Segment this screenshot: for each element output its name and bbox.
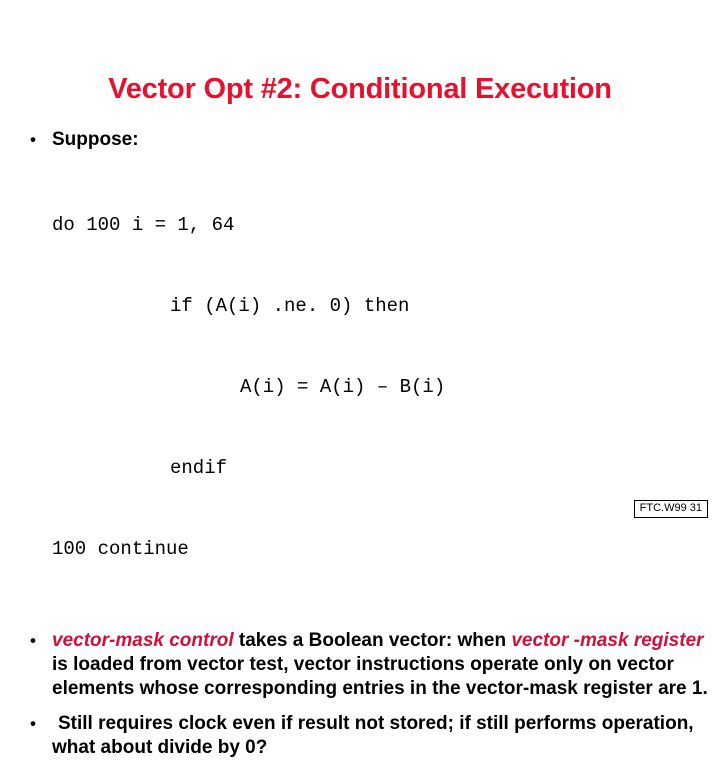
- footer-badge: FTC.W99 31: [633, 500, 708, 518]
- slide: Vector Opt #2: Conditional Execution • S…: [0, 0, 720, 758]
- code-listing: do 100 i = 1, 64 if (A(i) .ne. 0) then A…: [0, 158, 720, 617]
- page-title: Vector Opt #2: Conditional Execution: [108, 73, 612, 105]
- bullet-item-still-requires-clock: • Still requires clock even if result no…: [0, 712, 720, 760]
- bullet-item-vector-mask: • vector-mask control takes a Boolean ve…: [0, 629, 720, 701]
- code-line: if (A(i) .ne. 0) then: [170, 295, 410, 317]
- bullet-text-segment: takes a Boolean vector: when: [233, 630, 512, 651]
- code-line: 100 continue: [52, 538, 189, 560]
- bullet-dot-icon: •: [30, 130, 36, 149]
- emphasis-vector-mask-control: vector-mask control: [52, 630, 234, 651]
- bullet-label-vector-mask: vector-mask control takes a Boolean vect…: [52, 629, 720, 701]
- slide-body: • Suppose: do 100 i = 1, 64 if (A(i) .ne…: [0, 128, 720, 760]
- code-line: do 100 i = 1, 64: [52, 214, 235, 236]
- bullet-label-suppose: Suppose:: [52, 129, 139, 150]
- bullet-label-still-requires-clock: Still requires clock even if result not …: [52, 713, 694, 758]
- code-line: A(i) = A(i) – B(i): [240, 376, 446, 398]
- bullet-item-suppose: • Suppose:: [0, 128, 720, 152]
- bullet-text-segment: is loaded from vector test, vector instr…: [52, 654, 708, 699]
- bullet-dot-icon: •: [30, 714, 36, 733]
- bullet-dot-icon: •: [30, 631, 36, 650]
- emphasis-vector-mask-register: vector -mask register: [511, 630, 704, 651]
- code-line: endif: [170, 457, 228, 479]
